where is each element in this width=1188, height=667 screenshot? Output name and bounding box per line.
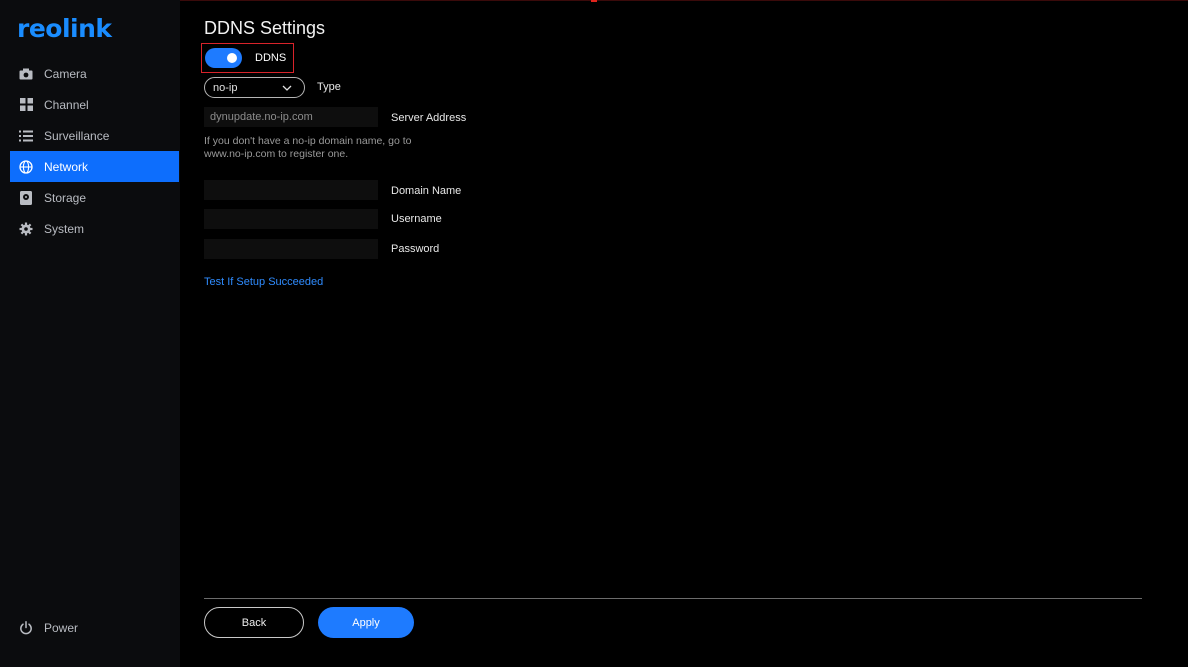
reolink-logo: reolink bbox=[17, 14, 112, 43]
type-label: Type bbox=[317, 81, 341, 93]
sidebar-item-label: Surveillance bbox=[44, 128, 110, 143]
sidebar-item-camera[interactable]: Camera bbox=[10, 58, 179, 89]
domain-name-input[interactable] bbox=[204, 180, 378, 200]
sidebar-item-storage[interactable]: Storage bbox=[10, 182, 179, 213]
power-icon bbox=[18, 620, 34, 636]
password-label: Password bbox=[391, 243, 440, 255]
ddns-toggle[interactable] bbox=[205, 48, 242, 68]
disk-icon bbox=[18, 190, 34, 206]
grid-icon bbox=[18, 97, 34, 113]
sidebar-nav: Camera Channel Surveillance Network Stor… bbox=[10, 57, 179, 244]
test-setup-link[interactable]: Test If Setup Succeeded bbox=[204, 276, 323, 288]
list-icon bbox=[18, 128, 34, 144]
sidebar-item-network[interactable]: Network bbox=[10, 151, 179, 182]
sidebar-item-label: System bbox=[44, 221, 85, 236]
username-label: Username bbox=[391, 213, 442, 225]
sidebar-item-label: Channel bbox=[44, 97, 89, 112]
ddns-toggle-row: DDNS bbox=[201, 43, 294, 73]
ddns-label: DDNS bbox=[255, 52, 287, 64]
password-input[interactable] bbox=[204, 239, 378, 259]
sidebar-item-channel[interactable]: Channel bbox=[10, 89, 179, 120]
domain-name-label: Domain Name bbox=[391, 185, 462, 197]
apply-button[interactable]: Apply bbox=[318, 607, 414, 638]
sidebar-item-surveillance[interactable]: Surveillance bbox=[10, 120, 179, 151]
server-address-input[interactable] bbox=[204, 107, 378, 127]
sidebar-item-label: Storage bbox=[44, 190, 87, 205]
sidebar-item-system[interactable]: System bbox=[10, 213, 179, 244]
username-input[interactable] bbox=[204, 209, 378, 229]
server-address-label: Server Address bbox=[391, 112, 467, 124]
globe-icon bbox=[18, 159, 34, 175]
footer-divider bbox=[204, 598, 1142, 599]
type-selected-value: no-ip bbox=[213, 81, 238, 94]
page-title: DDNS Settings bbox=[204, 18, 326, 38]
gear-icon bbox=[18, 221, 34, 237]
type-select[interactable]: no-ip bbox=[204, 77, 305, 98]
sidebar-item-label: Network bbox=[44, 159, 89, 174]
main-panel: DDNS Settings DDNS no-ip Type Server Add… bbox=[180, 0, 1188, 667]
camera-icon bbox=[18, 66, 34, 82]
toggle-knob bbox=[227, 53, 237, 63]
power-button[interactable]: Power bbox=[18, 620, 78, 636]
sidebar-item-label: Camera bbox=[44, 66, 87, 81]
noip-hint-text: If you don't have a no-ip domain name, g… bbox=[204, 135, 412, 160]
chevron-down-icon bbox=[282, 83, 292, 93]
power-label: Power bbox=[44, 621, 79, 635]
sidebar: reolink Camera Channel Surveillance Netw… bbox=[0, 0, 180, 667]
back-button[interactable]: Back bbox=[204, 607, 304, 638]
